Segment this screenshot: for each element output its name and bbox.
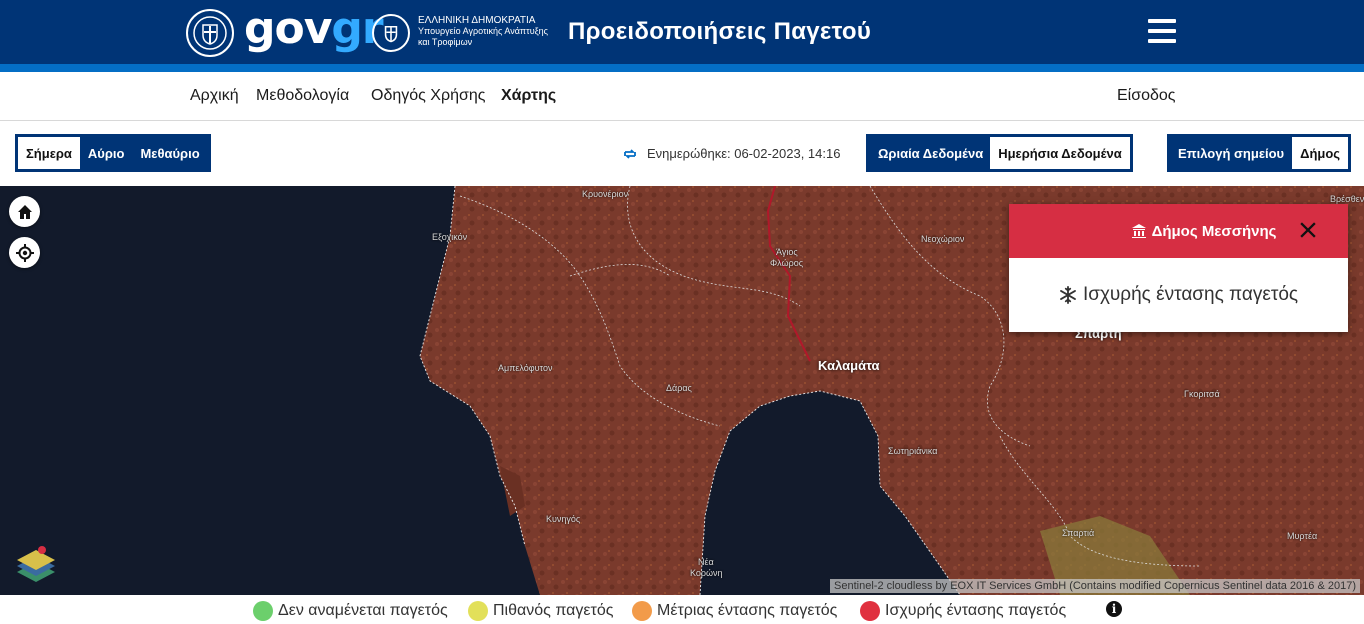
- map-label-ampelofyton: Αμπελόφυτον: [498, 363, 553, 373]
- legend-item-severe-frost: Ισχυρής έντασης παγετός: [860, 601, 1066, 621]
- green-dot-icon: [253, 601, 273, 621]
- popup-header: Δήμος Μεσσήνης: [1009, 204, 1348, 258]
- orange-dot-icon: [632, 601, 652, 621]
- municipality-mode-button[interactable]: Δήμος: [1292, 137, 1349, 169]
- map-attribution: Sentinel-2 cloudless by EOX IT Services …: [830, 579, 1360, 593]
- home-icon: [17, 204, 32, 219]
- nav-item-methodology[interactable]: Μεθοδολογία: [256, 87, 349, 105]
- map-label-exochikon: Εξοχικόν: [432, 232, 468, 242]
- map-label-vresthena: Βρέσθενα: [1330, 194, 1364, 204]
- nav-item-home[interactable]: Αρχική: [190, 87, 239, 105]
- legend-item-moderate-frost: Μέτριας έντασης παγετός: [632, 601, 837, 621]
- legend-item-no-frost: Δεν αναμένεται παγετός: [253, 601, 448, 621]
- data-mode-selector: Ωριαία Δεδομένα Ημερήσια Δεδομένα: [866, 134, 1133, 172]
- snowflake-icon: [1060, 286, 1076, 304]
- map-label-daras: Δάρας: [666, 383, 692, 393]
- ministry-name: ΕΛΛΗΝΙΚΗ ΔΗΜΟΚΡΑΤΙΑ Υπουργείο Αγροτικής …: [418, 15, 548, 47]
- map-label-kynigos: Κυνηγός: [546, 514, 581, 524]
- day-today-button[interactable]: Σήμερα: [18, 137, 80, 169]
- legend-item-possible-frost: Πιθανός παγετός: [468, 601, 613, 621]
- main-nav: Αρχική Μεθοδολογία Οδηγός Χρήσης Χάρτης …: [0, 72, 1364, 121]
- map-label-koroni: Κορώνη: [690, 568, 723, 578]
- map-label-sotirianika: Σωτηριάνικα: [888, 446, 938, 456]
- map-label-floros: Φλώρος: [770, 258, 804, 268]
- municipality-building-icon: [1131, 224, 1146, 238]
- layers-icon[interactable]: [14, 542, 58, 586]
- nav-item-user-guide[interactable]: Οδηγός Χρήσης: [371, 87, 485, 105]
- login-link[interactable]: Είσοδος: [1117, 87, 1176, 105]
- frost-legend: Δεν αναμένεται παγετός Πιθανός παγετός Μ…: [0, 595, 1364, 624]
- top-header: govgr ΕΛΛΗΝΙΚΗ ΔΗΜΟΚΡΑΤΙΑ Υπουργείο Αγρο…: [0, 0, 1364, 64]
- point-selector: Επιλογή σημείου Δήμος: [1167, 134, 1352, 172]
- info-icon[interactable]: i: [1106, 601, 1122, 617]
- day-after-tomorrow-button[interactable]: Μεθαύριο: [132, 137, 207, 169]
- govgr-logo[interactable]: govgr: [244, 5, 384, 53]
- hourly-data-button[interactable]: Ωριαία Δεδομένα: [869, 137, 990, 169]
- day-selector: Σήμερα Αύριο Μεθαύριο: [15, 134, 211, 172]
- daily-data-button[interactable]: Ημερήσια Δεδομένα: [990, 137, 1130, 169]
- crosshair-icon: [15, 243, 34, 262]
- popup-municipality-name: Δήμος Μεσσήνης: [1151, 222, 1277, 240]
- locate-button[interactable]: [9, 237, 40, 268]
- red-dot-icon: [860, 601, 880, 621]
- header-stripe: [0, 64, 1364, 72]
- map-label-spartia: Σπαρτιά: [1062, 528, 1095, 538]
- refresh-icon: [624, 148, 636, 159]
- last-updated: Ενημερώθηκε: 06-02-2023, 14:16: [622, 146, 840, 161]
- home-button[interactable]: [9, 196, 40, 227]
- nav-item-map[interactable]: Χάρτης: [501, 87, 556, 105]
- yellow-dot-icon: [468, 601, 488, 621]
- hamburger-menu-icon[interactable]: [1148, 19, 1176, 44]
- day-tomorrow-button[interactable]: Αύριο: [80, 137, 133, 169]
- ministry-emblem-icon: [372, 14, 410, 52]
- map-label-kalamata: Καλαμάτα: [818, 358, 880, 373]
- point-selection-label[interactable]: Επιλογή σημείου: [1170, 137, 1292, 169]
- map-label-kryoneri: Κρυονέριον: [582, 189, 629, 199]
- map-label-myrtea: Μυρτέα: [1287, 531, 1318, 541]
- popup-body: Ισχυρής έντασης παγετός: [1009, 258, 1348, 332]
- map-toolbar: Σήμερα Αύριο Μεθαύριο Ενημερώθηκε: 06-02…: [0, 121, 1364, 186]
- map-label-agios: Άγιος: [776, 247, 798, 257]
- municipality-popup: Δήμος Μεσσήνης Ισχυρής έντασης παγετός: [1009, 204, 1348, 332]
- greek-coat-of-arms-icon: [186, 9, 234, 57]
- app-title: Προειδοποιήσεις Παγετού: [568, 18, 872, 45]
- popup-warning-text: Ισχυρής έντασης παγετός: [1082, 284, 1299, 305]
- map-label-nea: Νέα: [698, 557, 714, 567]
- map-label-neochorion: Νεοχώριον: [921, 234, 965, 244]
- close-icon[interactable]: [1298, 220, 1318, 240]
- map-label-gkoritsa: Γκοριτσά: [1184, 389, 1220, 399]
